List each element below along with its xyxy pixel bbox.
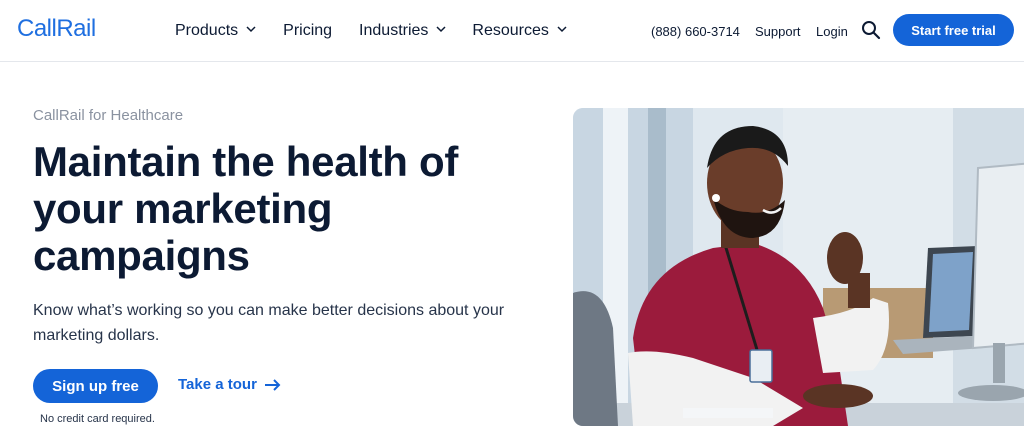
phone-link[interactable]: (888) 660-3714 — [651, 0, 740, 62]
nav-resources[interactable]: Resources — [472, 22, 567, 40]
chevron-down-icon — [246, 26, 256, 33]
nav-industries-label: Industries — [359, 22, 429, 39]
start-free-trial-button[interactable]: Start free trial — [893, 14, 1014, 46]
hero-headline: Maintain the health of your marketing ca… — [33, 138, 459, 279]
main-nav: Products Pricing Industries Resources — [175, 0, 567, 62]
nav-pricing[interactable]: Pricing — [283, 22, 332, 40]
login-link[interactable]: Login — [816, 0, 848, 62]
chevron-down-icon — [557, 26, 567, 33]
take-a-tour-label: Take a tour — [178, 376, 257, 393]
nav-pricing-label: Pricing — [283, 22, 333, 39]
site-header: CallRail Products Pricing Industries Res… — [0, 0, 1024, 62]
callrail-logo[interactable]: CallRail — [17, 15, 96, 43]
sign-up-free-button[interactable]: Sign up free — [33, 369, 158, 403]
support-link[interactable]: Support — [755, 0, 801, 62]
nav-resources-label: Resources — [472, 22, 549, 39]
hero-photo — [573, 108, 1024, 426]
no-credit-card-note: No credit card required. — [40, 413, 155, 425]
take-a-tour-link[interactable]: Take a tour — [178, 376, 281, 393]
hero-subtext: Know what’s working so you can make bett… — [33, 302, 505, 344]
hero-eyebrow: CallRail for Healthcare — [33, 107, 184, 124]
nav-products[interactable]: Products — [175, 22, 256, 40]
arrow-right-icon — [264, 378, 281, 391]
search-icon[interactable] — [861, 20, 881, 40]
nav-industries[interactable]: Industries — [359, 22, 446, 40]
nav-products-label: Products — [175, 22, 239, 39]
chevron-down-icon — [436, 26, 446, 33]
